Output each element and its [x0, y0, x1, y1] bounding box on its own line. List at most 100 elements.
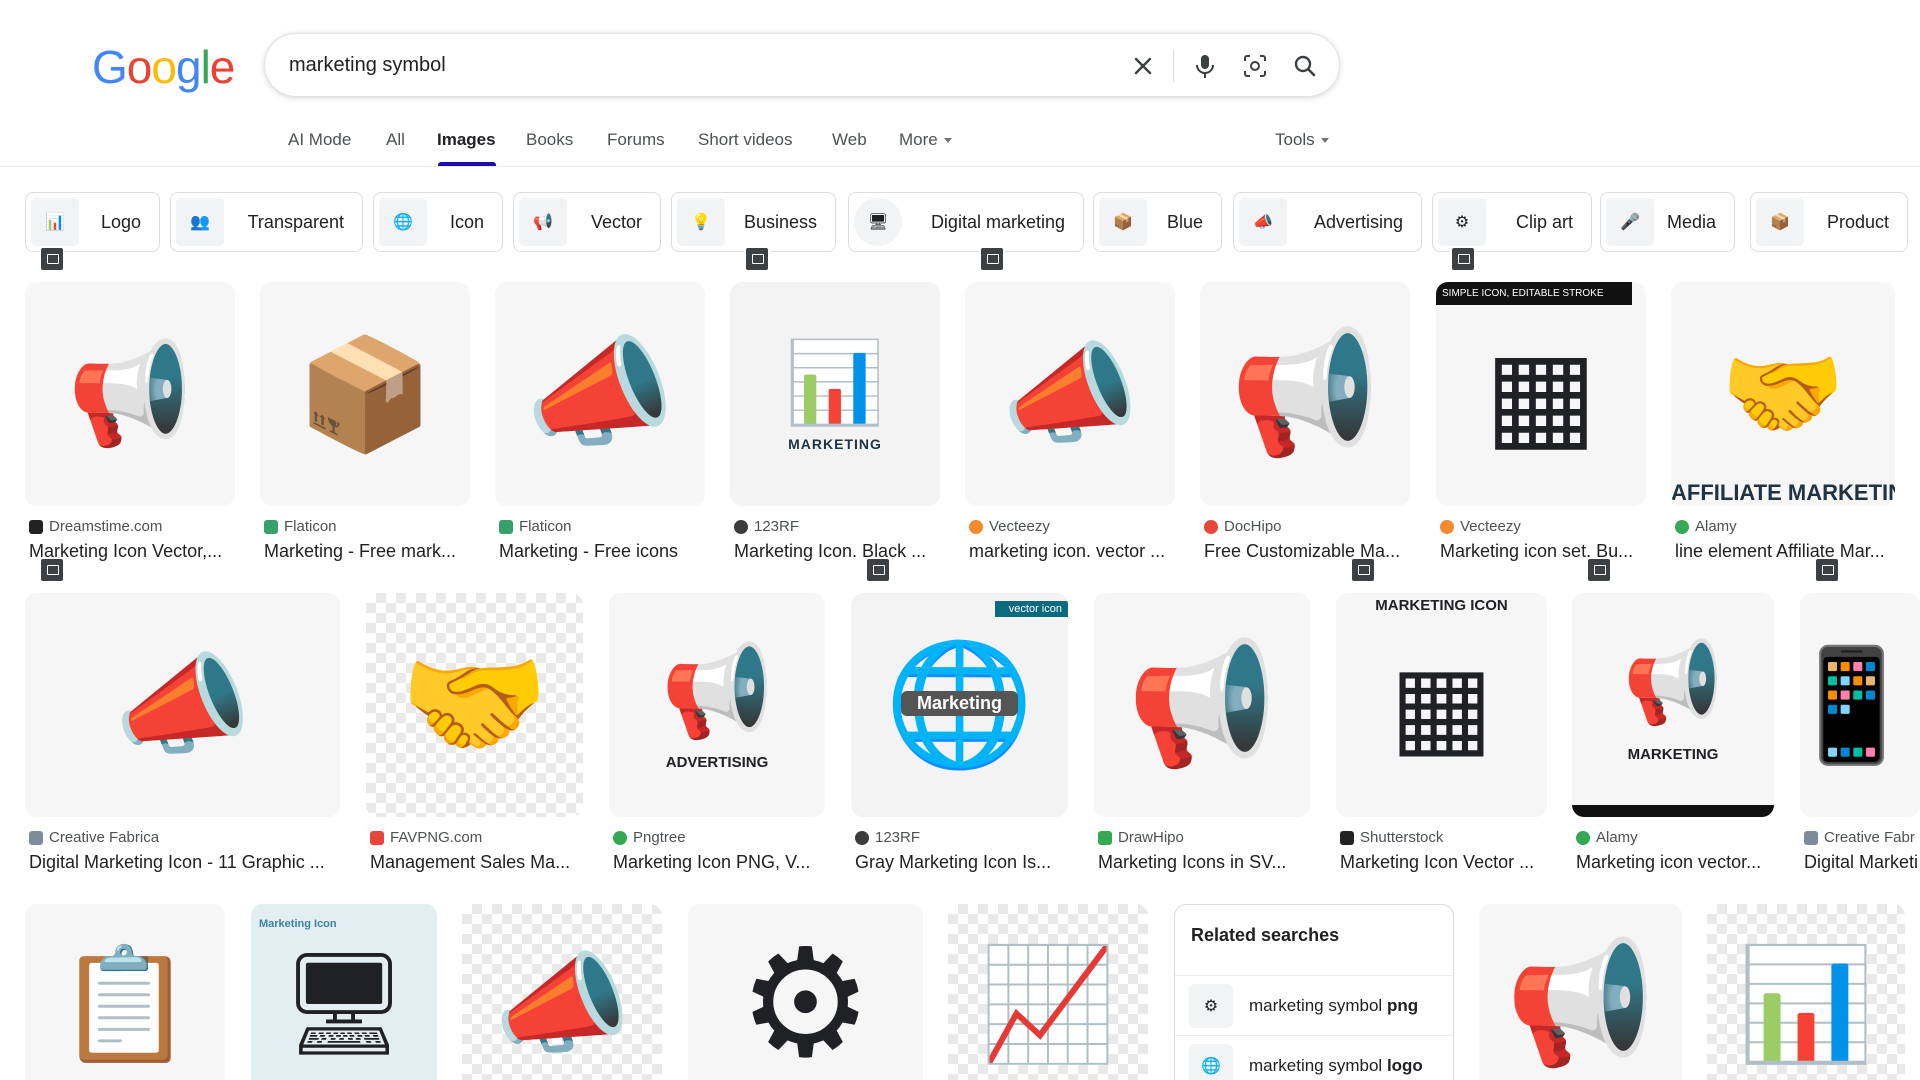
result-title[interactable]: Digital Marketing Icon - 11 Graphic ... — [29, 852, 340, 873]
result-thumbnail[interactable]: 📈 — [948, 904, 1148, 1080]
result-title[interactable]: Free Customizable Ma... — [1204, 541, 1410, 562]
result-thumbnail[interactable]: vector icon 🌐 Marketing — [851, 593, 1068, 817]
result-thumbnail[interactable]: 📣 — [495, 282, 705, 506]
thumbnail-glyph: 📢 — [1127, 637, 1277, 771]
tab-ai-mode[interactable]: AI Mode — [288, 130, 351, 150]
result-title[interactable]: Digital Marketi — [1804, 852, 1920, 873]
result-title[interactable]: Marketing - Free mark... — [264, 541, 470, 562]
result-title[interactable]: Marketing Icon Vector ... — [1340, 852, 1547, 873]
microphone-icon[interactable] — [1189, 50, 1221, 82]
result-thumbnail[interactable]: 📢 — [1200, 282, 1410, 506]
result-source[interactable]: Flaticon — [499, 518, 572, 535]
tools-label: Tools — [1275, 130, 1315, 149]
favicon-icon — [1340, 830, 1354, 845]
tools-button[interactable]: Tools — [1275, 130, 1329, 150]
result-source[interactable]: 123RF — [855, 829, 920, 846]
related-search-item[interactable]: 🌐 marketing symbol logo — [1175, 1035, 1453, 1080]
result-source[interactable]: Dreamstime.com — [29, 518, 162, 535]
result-source[interactable]: Pngtree — [613, 829, 686, 846]
chip-label: Blue — [1166, 211, 1203, 232]
result-source[interactable]: Vecteezy — [969, 518, 1050, 535]
tab-forums[interactable]: Forums — [607, 130, 665, 150]
result-thumbnail[interactable]: 🤝 — [366, 593, 583, 817]
result-thumbnail[interactable]: 📋 — [25, 904, 225, 1080]
chip-business[interactable]: 💡 Business — [671, 192, 836, 252]
result-thumbnail[interactable]: 📊 — [1707, 904, 1905, 1080]
result-thumbnail[interactable]: 📱 — [1800, 593, 1920, 817]
chip-product[interactable]: 📦 Product — [1750, 192, 1908, 252]
tab-books[interactable]: Books — [526, 130, 573, 150]
result-title[interactable]: Gray Marketing Icon Is... — [855, 852, 1068, 873]
source-name: Flaticon — [519, 518, 572, 535]
search-input[interactable]: marketing symbol — [289, 54, 446, 77]
chip-vector[interactable]: 📢 Vector — [513, 192, 661, 252]
related-suffix: logo — [1386, 1055, 1423, 1075]
related-search-item[interactable]: ⚙ marketing symbol png — [1175, 975, 1453, 1035]
result-title[interactable]: Marketing Icon. Black ... — [734, 541, 940, 562]
chip-logo[interactable]: 📊 Logo — [25, 192, 160, 252]
tab-all[interactable]: All — [386, 130, 405, 150]
result-thumbnail[interactable]: 📣 — [462, 904, 662, 1080]
result-thumbnail[interactable]: 📣 — [25, 593, 340, 817]
chip-blue[interactable]: 📦 Blue — [1093, 192, 1222, 252]
result-source[interactable]: Creative Fabrica — [29, 829, 159, 846]
result-title[interactable]: Marketing icon set. Bu... — [1440, 541, 1646, 562]
result-thumbnail[interactable]: 📢 — [25, 282, 235, 506]
thumbnail-glyph: 📢 — [660, 642, 774, 742]
chip-icon[interactable]: 🌐 Icon — [373, 192, 503, 252]
result-thumbnail[interactable]: 📢 ADVERTISING — [609, 593, 825, 817]
chip-digital-marketing[interactable]: 🖥 Digital marketing — [848, 192, 1084, 252]
clear-icon[interactable] — [1127, 50, 1159, 82]
logo-letter: o — [151, 41, 177, 93]
result-title[interactable]: marketing icon. vector ... — [969, 541, 1175, 562]
result-thumbnail[interactable]: 📦 — [260, 282, 470, 506]
related-suffix: png — [1386, 995, 1419, 1015]
result-thumbnail[interactable]: SIMPLE ICON, EDITABLE STROKE ▦ — [1436, 282, 1646, 506]
result-title[interactable]: Marketing icon vector... — [1576, 852, 1774, 873]
thumbnail-caption: ADVERTISING — [665, 754, 769, 771]
result-source[interactable]: Creative Fabr — [1804, 829, 1920, 846]
google-logo[interactable]: Google — [92, 40, 235, 94]
chip-transparent[interactable]: 👥 Transparent — [170, 192, 363, 252]
result-title[interactable]: Marketing Icons in SV... — [1098, 852, 1310, 873]
search-icon[interactable] — [1289, 50, 1321, 82]
tab-more-label: More — [899, 130, 938, 149]
thumbnail-glyph: 📢 — [1505, 936, 1656, 1070]
result-thumbnail[interactable]: 🤝 AFFILIATE MARKETING — [1671, 282, 1895, 506]
result-title[interactable]: Management Sales Ma... — [370, 852, 583, 873]
result-source[interactable]: DrawHipo — [1098, 829, 1184, 846]
chevron-down-icon — [943, 138, 952, 144]
source-name: DocHipo — [1224, 518, 1282, 535]
chip-media[interactable]: 🎤 Media — [1600, 192, 1735, 252]
lens-camera-icon[interactable] — [1239, 50, 1271, 82]
related-prefix: marketing symbol — [1249, 1055, 1387, 1075]
result-thumbnail[interactable]: 📣 — [965, 282, 1175, 506]
result-title[interactable]: Marketing - Free icons — [499, 541, 705, 562]
result-thumbnail[interactable]: ⚙ — [688, 904, 923, 1080]
result-source[interactable]: Alamy — [1675, 518, 1737, 535]
result-source[interactable]: Alamy — [1576, 829, 1638, 846]
thumbnail-glyph: 📦 — [296, 332, 434, 456]
result-title[interactable]: Marketing Icon PNG, V... — [613, 852, 825, 873]
result-thumbnail[interactable]: MARKETING ICON ▦ — [1336, 593, 1547, 817]
result-title[interactable]: line element Affiliate Mar... — [1675, 541, 1895, 562]
result-thumbnail[interactable]: 📢 — [1094, 593, 1310, 817]
result-source[interactable]: DocHipo — [1204, 518, 1282, 535]
result-thumbnail[interactable]: Marketing Icon 🖥 — [251, 904, 437, 1080]
result-source[interactable]: FAVPNG.com — [370, 829, 482, 846]
tab-more[interactable]: More — [899, 130, 952, 150]
result-source[interactable]: 123RF — [734, 518, 799, 535]
search-box[interactable]: marketing symbol — [264, 33, 1340, 97]
chip-advertising[interactable]: 📣 Advertising — [1233, 192, 1422, 252]
result-source[interactable]: Shutterstock — [1340, 829, 1443, 846]
tab-web[interactable]: Web — [832, 130, 867, 150]
result-thumbnail[interactable]: 📢 — [1479, 904, 1682, 1080]
result-thumbnail[interactable]: 📢 MARKETING — [1572, 593, 1774, 817]
result-thumbnail[interactable]: 📊 MARKETING — [730, 282, 940, 506]
chip-label: Transparent — [247, 211, 344, 232]
chip-clip-art[interactable]: ⚙ Clip art — [1432, 192, 1592, 252]
tab-images[interactable]: Images — [437, 130, 496, 150]
result-source[interactable]: Vecteezy — [1440, 518, 1521, 535]
tab-short-videos[interactable]: Short videos — [698, 130, 793, 150]
result-source[interactable]: Flaticon — [264, 518, 337, 535]
